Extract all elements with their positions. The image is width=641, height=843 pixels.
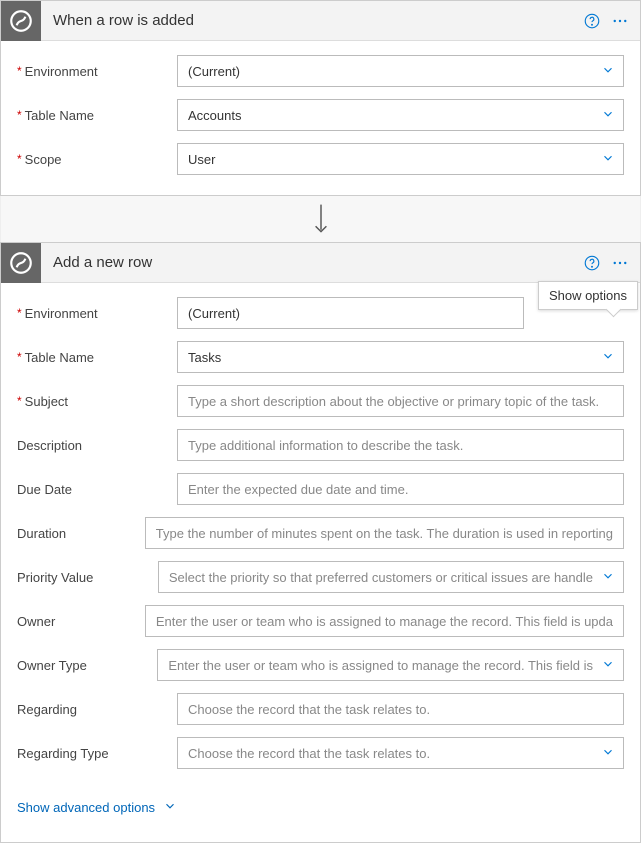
trigger-header: When a row is added bbox=[1, 1, 640, 41]
arrow-down-icon bbox=[312, 202, 330, 236]
table-select[interactable]: Tasks bbox=[177, 341, 624, 373]
table-label: Table Name bbox=[25, 350, 94, 365]
duration-label: Duration bbox=[17, 526, 66, 541]
field-row: *Environment (Current) bbox=[17, 297, 624, 329]
action-title: Add a new row bbox=[41, 254, 578, 271]
trigger-title: When a row is added bbox=[41, 12, 578, 29]
field-row: Owner Type Enter the user or team who is… bbox=[17, 649, 624, 681]
owner-label: Owner bbox=[17, 614, 55, 629]
duration-input[interactable]: Type the number of minutes spent on the … bbox=[145, 517, 624, 549]
field-row: *Table Name Accounts bbox=[17, 99, 624, 131]
chevron-down-icon bbox=[601, 63, 615, 80]
scope-label: Scope bbox=[25, 152, 62, 167]
subject-label: Subject bbox=[25, 394, 68, 409]
field-row: Description Type additional information … bbox=[17, 429, 624, 461]
connector-logo bbox=[1, 1, 41, 41]
environment-label: Environment bbox=[25, 64, 98, 79]
more-icon bbox=[611, 12, 629, 30]
action-card: Add a new row Show options *Environment … bbox=[0, 242, 641, 843]
dataverse-icon bbox=[8, 250, 34, 276]
trigger-card: When a row is added *Environment (Curren… bbox=[0, 0, 641, 196]
more-icon bbox=[611, 254, 629, 272]
field-row: Duration Type the number of minutes spen… bbox=[17, 517, 624, 549]
field-row: *Table Name Tasks bbox=[17, 341, 624, 373]
table-select[interactable]: Accounts bbox=[177, 99, 624, 131]
action-body: Show options *Environment (Current) *Tab… bbox=[1, 283, 640, 842]
flow-arrow-region bbox=[0, 196, 641, 242]
field-row: Priority Value Select the priority so th… bbox=[17, 561, 624, 593]
environment-label: Environment bbox=[25, 306, 98, 321]
show-advanced-options-link[interactable]: Show advanced options bbox=[17, 781, 624, 834]
connector-logo bbox=[1, 243, 41, 283]
chevron-down-icon bbox=[601, 569, 615, 586]
field-row: Regarding Type Choose the record that th… bbox=[17, 737, 624, 769]
table-label: Table Name bbox=[25, 108, 94, 123]
help-icon bbox=[583, 254, 601, 272]
field-row: Due Date Enter the expected due date and… bbox=[17, 473, 624, 505]
chevron-down-icon bbox=[601, 745, 615, 762]
ownertype-label: Owner Type bbox=[17, 658, 87, 673]
trigger-body: *Environment (Current) *Table Name Accou… bbox=[1, 41, 640, 195]
environment-select[interactable]: (Current) bbox=[177, 297, 524, 329]
regarding-input[interactable]: Choose the record that the task relates … bbox=[177, 693, 624, 725]
help-icon bbox=[583, 12, 601, 30]
chevron-down-icon bbox=[601, 107, 615, 124]
chevron-down-icon bbox=[601, 151, 615, 168]
regardingtype-label: Regarding Type bbox=[17, 746, 109, 761]
field-row: Owner Enter the user or team who is assi… bbox=[17, 605, 624, 637]
options-button[interactable] bbox=[606, 243, 634, 283]
dataverse-icon bbox=[8, 8, 34, 34]
regardingtype-select[interactable]: Choose the record that the task relates … bbox=[177, 737, 624, 769]
chevron-down-icon bbox=[601, 657, 615, 674]
help-button[interactable] bbox=[578, 243, 606, 283]
field-row: Regarding Choose the record that the tas… bbox=[17, 693, 624, 725]
chevron-down-icon bbox=[163, 799, 177, 816]
subject-input[interactable]: Type a short description about the objec… bbox=[177, 385, 624, 417]
action-header: Add a new row bbox=[1, 243, 640, 283]
owner-input[interactable]: Enter the user or team who is assigned t… bbox=[145, 605, 624, 637]
help-button[interactable] bbox=[578, 1, 606, 41]
priority-label: Priority Value bbox=[17, 570, 93, 585]
chevron-down-icon bbox=[601, 349, 615, 366]
priority-select[interactable]: Select the priority so that preferred cu… bbox=[158, 561, 624, 593]
duedate-input[interactable]: Enter the expected due date and time. bbox=[177, 473, 624, 505]
description-label: Description bbox=[17, 438, 82, 453]
duedate-label: Due Date bbox=[17, 482, 72, 497]
scope-select[interactable]: User bbox=[177, 143, 624, 175]
options-button[interactable] bbox=[606, 1, 634, 41]
field-row: *Scope User bbox=[17, 143, 624, 175]
field-row: *Environment (Current) bbox=[17, 55, 624, 87]
field-row: *Subject Type a short description about … bbox=[17, 385, 624, 417]
ownertype-select[interactable]: Enter the user or team who is assigned t… bbox=[157, 649, 624, 681]
regarding-label: Regarding bbox=[17, 702, 77, 717]
environment-select[interactable]: (Current) bbox=[177, 55, 624, 87]
description-input[interactable]: Type additional information to describe … bbox=[177, 429, 624, 461]
